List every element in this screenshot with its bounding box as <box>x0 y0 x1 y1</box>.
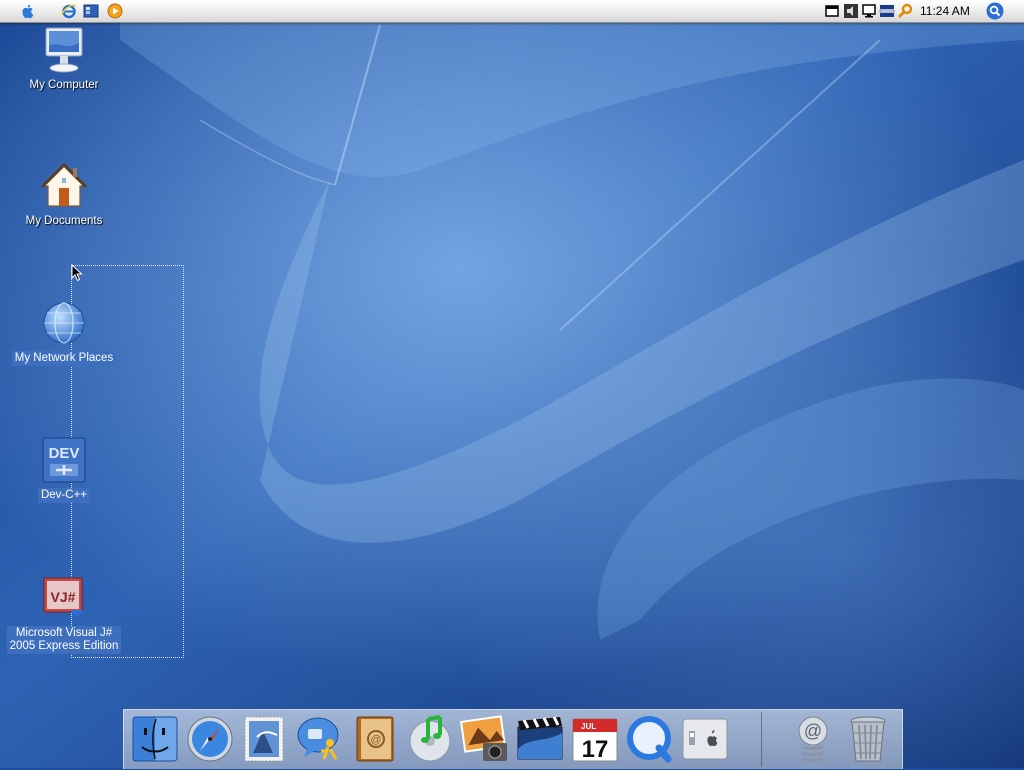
desktop-icon-label-line1: Microsoft Visual J# <box>15 627 113 639</box>
dock-item-mail[interactable] <box>239 713 291 765</box>
address-book-icon: @ <box>356 716 394 762</box>
dock: @ JUL 17 @ <box>123 709 903 769</box>
ichat-icon <box>297 717 339 760</box>
globe-icon <box>43 302 85 344</box>
dock-item-imovie[interactable] <box>514 713 566 765</box>
itunes-icon <box>409 715 451 762</box>
dock-item-safari[interactable] <box>184 713 236 765</box>
volume-icon[interactable] <box>843 3 859 19</box>
vj-logo-text: VJ# <box>51 589 76 605</box>
ical-icon: JUL 17 <box>572 718 618 763</box>
system-preferences-icon <box>682 718 728 760</box>
dev-cpp-logo-text: DEV <box>49 445 80 462</box>
mail-stamp-icon <box>244 716 284 762</box>
desktop-icon-label-line2: 2005 Express Edition <box>9 640 119 652</box>
imovie-icon <box>517 716 563 760</box>
desktop-icon-label: Microsoft Visual J# 2005 Express Edition <box>6 626 122 654</box>
trash-icon <box>850 716 886 762</box>
show-desktop-icon[interactable] <box>83 3 99 19</box>
ical-day: 17 <box>582 736 609 763</box>
safari-icon <box>187 716 233 762</box>
menu-bar: 11:24 AM <box>0 0 1024 23</box>
dock-item-mail-at[interactable]: @ <box>787 713 839 765</box>
dock-item-trash[interactable] <box>842 713 894 765</box>
desktop-icon-my-documents[interactable]: My Documents <box>4 162 124 229</box>
dock-item-system-preferences[interactable] <box>679 713 731 765</box>
finder-icon <box>132 716 178 762</box>
desktop-icon-label: My Network Places <box>11 351 117 366</box>
iphoto-icon <box>459 715 507 761</box>
visual-jsharp-icon: VJ# <box>43 577 84 618</box>
dock-separator <box>761 712 762 767</box>
spotlight-icon[interactable] <box>986 2 1004 20</box>
svg-text:@: @ <box>804 721 822 741</box>
dock-item-quicktime[interactable] <box>624 713 676 765</box>
home-icon <box>40 162 88 207</box>
desktop-icon-label: My Documents <box>25 215 103 227</box>
apple-icon[interactable] <box>20 3 36 19</box>
dock-item-itunes[interactable] <box>404 713 456 765</box>
dock-item-iphoto[interactable] <box>459 713 511 765</box>
dock-item-ical[interactable]: JUL 17 <box>569 713 621 765</box>
keyboard-icon[interactable] <box>879 3 895 19</box>
desktop-icon-my-network-places[interactable]: My Network Places <box>4 299 124 366</box>
mail-at-icon: @ <box>798 716 828 762</box>
computer-icon <box>45 27 83 73</box>
desktop-icon-my-computer[interactable]: My Computer <box>4 26 124 93</box>
desktop-icon-dev-cpp[interactable]: DEV Dev-C++ <box>4 436 124 503</box>
network-icon[interactable] <box>861 3 877 19</box>
desktop-icon-visual-jsharp[interactable]: VJ# Microsoft Visual J# 2005 Express Edi… <box>4 574 124 654</box>
search-key-icon[interactable] <box>897 3 913 19</box>
window-icon[interactable] <box>824 3 840 19</box>
dock-item-finder[interactable] <box>129 713 181 765</box>
dock-item-ichat[interactable] <box>294 713 346 765</box>
mouse-cursor-icon <box>71 264 83 282</box>
desktop-icon-label: Dev-C++ <box>37 488 91 503</box>
menu-bar-clock[interactable]: 11:24 AM <box>920 0 970 22</box>
quicktime-icon <box>627 716 672 763</box>
desktop-icon-label: My Computer <box>29 79 99 91</box>
media-player-icon[interactable] <box>107 3 123 19</box>
dock-item-address-book[interactable]: @ <box>349 713 401 765</box>
svg-text:@: @ <box>370 734 381 746</box>
ical-month: JUL <box>581 722 596 731</box>
internet-explorer-icon[interactable] <box>61 3 77 19</box>
dev-cpp-icon: DEV <box>42 437 86 483</box>
